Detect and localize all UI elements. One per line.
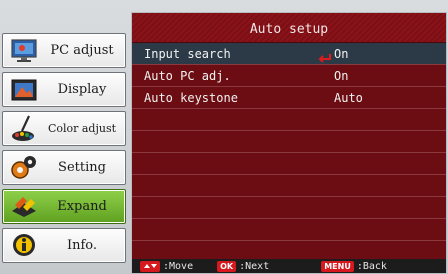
info-icon (7, 231, 41, 261)
empty-row (132, 197, 446, 219)
row-auto-pc-adj[interactable]: Auto PC adj. On (132, 65, 446, 87)
empty-row (132, 131, 446, 153)
display-icon (7, 75, 41, 105)
gears-icon (7, 153, 41, 183)
setting-value: Auto (334, 91, 363, 105)
setting-value: On (334, 69, 349, 83)
sidebar-item-label: Setting (58, 160, 106, 175)
sidebar-item-pc-adjust[interactable]: PC adjust (2, 33, 126, 68)
sidebar-item-display[interactable]: Display (2, 72, 126, 107)
setting-name: Auto PC adj. (144, 69, 231, 83)
empty-row (132, 219, 446, 241)
menu-key: MENU (321, 260, 354, 272)
back-hint: MENU :Back (321, 260, 387, 272)
sidebar-item-label: Expand (57, 199, 107, 214)
settings-panel: Auto setup Input search On Auto PC adj. … (131, 12, 447, 274)
empty-row (132, 109, 446, 131)
next-hint: OK :Next (217, 260, 270, 272)
row-auto-keystone[interactable]: Auto keystone Auto (132, 87, 446, 109)
settings-list: Input search On Auto PC adj. On Auto key… (132, 43, 446, 263)
empty-row (132, 153, 446, 175)
sidebar-item-label: Display (57, 82, 107, 97)
move-label: :Move (163, 260, 194, 272)
sidebar-item-label: Color adjust (47, 122, 117, 135)
setting-name: Input search (144, 47, 231, 61)
sidebar-item-label: Info. (66, 238, 98, 253)
expand-icon (7, 192, 41, 222)
setting-name: Auto keystone (144, 91, 238, 105)
sidebar-item-label: PC adjust (50, 43, 114, 58)
arrow-keys-icon (140, 260, 160, 272)
sidebar-item-info[interactable]: Info. (2, 228, 126, 263)
sidebar-item-color-adjust[interactable]: Color adjust (2, 111, 126, 146)
ok-key: OK (217, 260, 237, 272)
next-label: :Next (239, 260, 270, 272)
monitor-icon (7, 36, 41, 66)
paint-brush-icon (7, 114, 41, 144)
setting-value: On (334, 47, 349, 61)
sidebar-item-expand[interactable]: Expand (2, 189, 126, 224)
sidebar-item-setting[interactable]: Setting (2, 150, 126, 185)
panel-title: Auto setup (132, 13, 446, 43)
empty-row (132, 175, 446, 197)
key-guide: :Move OK :Next MENU :Back (132, 259, 446, 273)
row-input-search[interactable]: Input search On (132, 43, 446, 65)
back-label: :Back (356, 260, 387, 272)
move-hint: :Move (140, 260, 194, 272)
